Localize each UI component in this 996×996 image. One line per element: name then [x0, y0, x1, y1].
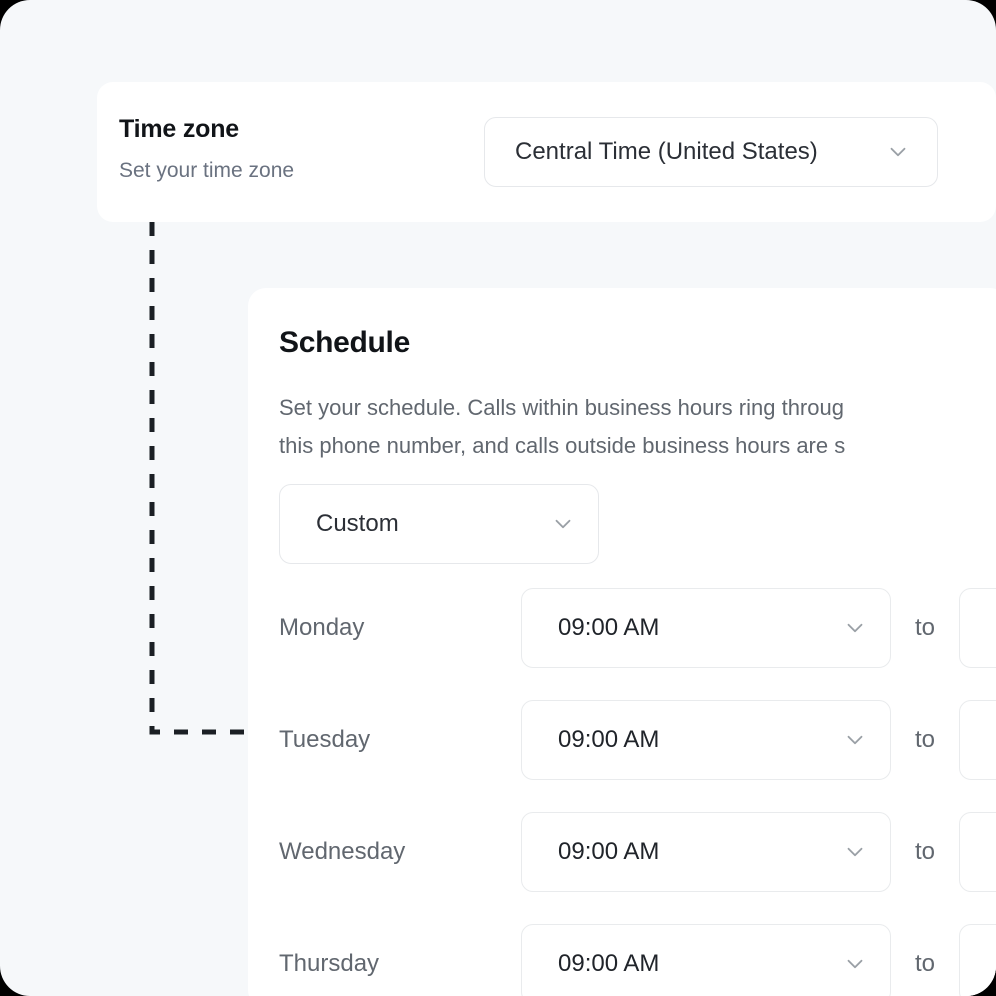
schedule-title: Schedule — [279, 326, 410, 360]
range-separator-label: to — [891, 950, 959, 978]
schedule-row-monday: Monday 09:00 AM to 05:00 PM — [279, 588, 996, 668]
chevron-down-icon — [550, 511, 576, 537]
day-label: Thursday — [279, 950, 521, 978]
start-time-value: 09:00 AM — [558, 950, 659, 978]
schedule-mode-select-value: Custom — [316, 510, 399, 538]
start-time-select[interactable]: 09:00 AM — [521, 812, 891, 892]
start-time-value: 09:00 AM — [558, 614, 659, 642]
start-time-select[interactable]: 09:00 AM — [521, 588, 891, 668]
timezone-card: Time zone Set your time zone Central Tim… — [97, 82, 996, 222]
schedule-row-tuesday: Tuesday 09:00 AM to 05:00 PM — [279, 700, 996, 780]
timezone-text-block: Time zone Set your time zone — [119, 114, 294, 184]
start-time-value: 09:00 AM — [558, 726, 659, 754]
timezone-title: Time zone — [119, 114, 294, 144]
chevron-down-icon — [842, 951, 868, 977]
schedule-card: Schedule Set your schedule. Calls within… — [248, 288, 996, 996]
chevron-down-icon — [842, 839, 868, 865]
range-separator-label: to — [891, 838, 959, 866]
range-separator-label: to — [891, 726, 959, 754]
timezone-subtitle: Set your time zone — [119, 158, 294, 184]
end-time-select[interactable]: 05:00 PM — [959, 812, 996, 892]
schedule-mode-select[interactable]: Custom — [279, 484, 599, 564]
range-separator-label: to — [891, 614, 959, 642]
timezone-select[interactable]: Central Time (United States) — [484, 117, 938, 187]
schedule-row-thursday: Thursday 09:00 AM to 05:00 PM — [279, 924, 996, 996]
timezone-select-value: Central Time (United States) — [515, 138, 818, 166]
start-time-select[interactable]: 09:00 AM — [521, 700, 891, 780]
end-time-select[interactable]: 05:00 PM — [959, 700, 996, 780]
end-time-select[interactable]: 05:00 PM — [959, 588, 996, 668]
chevron-down-icon — [885, 139, 911, 165]
schedule-description-line-1: Set your schedule. Calls within business… — [279, 395, 844, 420]
chevron-down-icon — [842, 727, 868, 753]
schedule-description: Set your schedule. Calls within business… — [279, 389, 996, 465]
day-label: Wednesday — [279, 838, 521, 866]
app-viewport: Time zone Set your time zone Central Tim… — [0, 0, 996, 996]
schedule-row-wednesday: Wednesday 09:00 AM to 05:00 PM — [279, 812, 996, 892]
chevron-down-icon — [842, 615, 868, 641]
day-label: Monday — [279, 614, 521, 642]
start-time-select[interactable]: 09:00 AM — [521, 924, 891, 996]
day-label: Tuesday — [279, 726, 521, 754]
end-time-select[interactable]: 05:00 PM — [959, 924, 996, 996]
start-time-value: 09:00 AM — [558, 838, 659, 866]
schedule-description-line-2: this phone number, and calls outside bus… — [279, 433, 845, 458]
